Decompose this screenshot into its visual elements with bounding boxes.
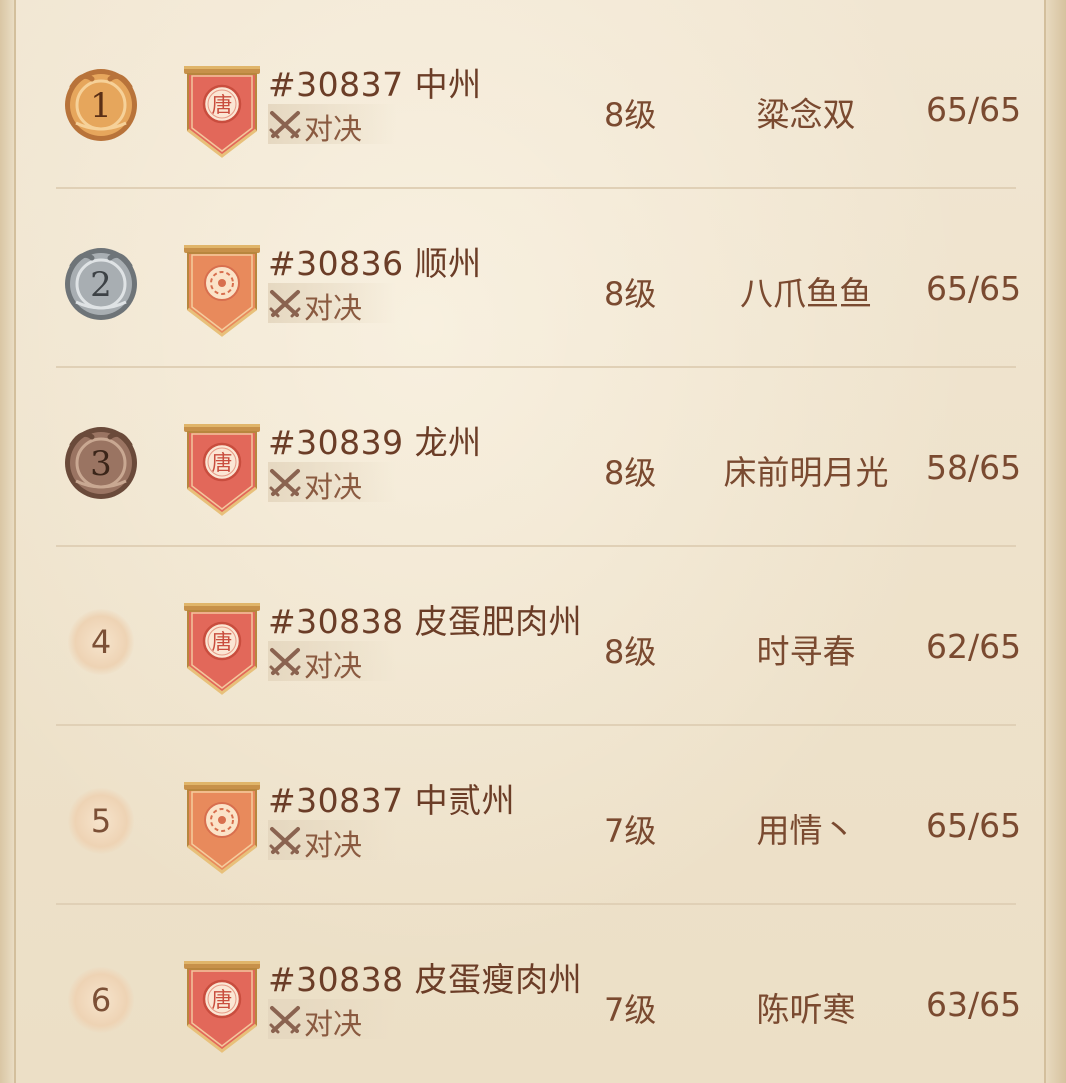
member-count: 65/65 (926, 806, 1022, 845)
ranking-row-5[interactable]: 5 #30837 中贰州 对决 7级 用情丶 65/65 (0, 724, 1066, 903)
leader-name: 陈听寒 (756, 990, 856, 1029)
tang-seal-banner-icon: 唐 (184, 66, 260, 158)
flower-emblem-banner-icon (184, 245, 260, 337)
server-name: #30836 顺州 (268, 244, 482, 283)
ranking-row-2[interactable]: 2 #30836 顺州 对决 8级 八爪鱼鱼 65/65 (0, 187, 1066, 366)
rank-number-label: 5 (90, 802, 112, 840)
server-name: #30839 龙州 (268, 423, 482, 462)
mode-tag: 对决 (268, 283, 396, 325)
server-name: #30838 皮蛋瘦肉州 (268, 960, 583, 999)
crossed-swords-icon (269, 1006, 301, 1034)
rank-number: 4 (68, 609, 134, 675)
rank-number: 2 (90, 265, 112, 305)
server-level: 7级 (604, 812, 657, 850)
tang-seal-banner-icon: 唐 (184, 961, 260, 1053)
flower-emblem-banner-icon (184, 782, 260, 874)
member-count: 62/65 (926, 627, 1022, 666)
server-level: 8级 (604, 454, 657, 492)
mode-tag: 对决 (268, 820, 396, 862)
member-count: 58/65 (926, 448, 1022, 487)
crossed-swords-icon (269, 648, 301, 676)
banner-seal-char: 唐 (212, 988, 233, 1012)
crossed-swords-icon (269, 469, 301, 497)
server-name: #30837 中贰州 (268, 781, 516, 820)
mode-label: 对决 (304, 828, 363, 862)
mode-label: 对决 (304, 1007, 363, 1041)
mode-label: 对决 (304, 649, 363, 683)
member-count: 63/65 (926, 985, 1022, 1024)
leader-name: 床前明月光 (723, 453, 889, 492)
tang-seal-banner-icon: 唐 (184, 424, 260, 516)
member-count: 65/65 (926, 269, 1022, 308)
rank-number-label: 6 (90, 981, 112, 1019)
server-name: #30838 皮蛋肥肉州 (268, 602, 583, 641)
mode-label: 对决 (304, 470, 363, 504)
member-count: 65/65 (926, 90, 1022, 129)
crossed-swords-icon (269, 290, 301, 318)
mode-label: 对决 (304, 291, 363, 325)
mode-tag: 对决 (268, 999, 396, 1041)
rank-medal-icon: 1 (65, 69, 137, 141)
server-name: #30837 中州 (268, 65, 482, 104)
rank-number: 6 (68, 967, 134, 1033)
leader-name: 八爪鱼鱼 (740, 274, 872, 313)
crossed-swords-icon (269, 111, 301, 139)
ranking-row-6[interactable]: 6 唐 #30838 皮蛋瘦肉州 对决 7级 陈听寒 63/65 (0, 903, 1066, 1082)
mode-tag: 对决 (268, 641, 396, 683)
rank-medal-icon: 3 (65, 427, 137, 499)
ranking-row-4[interactable]: 4 唐 #30838 皮蛋肥肉州 对决 8级 时寻春 62/65 (0, 545, 1066, 724)
server-level: 8级 (604, 633, 657, 671)
rank-medal-icon: 2 (65, 248, 137, 320)
banner-seal-char: 唐 (212, 93, 233, 117)
server-level: 8级 (604, 96, 657, 134)
ranking-row-1[interactable]: 1 唐 #30837 中州 对决 8级 粱念双 65/65 (0, 8, 1066, 187)
crossed-swords-icon (269, 827, 301, 855)
ranking-row-3[interactable]: 3 唐 #30839 龙州 对决 8级 床前明月光 58/65 (0, 366, 1066, 545)
leader-name: 时寻春 (756, 632, 856, 671)
leader-name: 粱念双 (756, 95, 856, 134)
rank-number: 3 (90, 444, 112, 484)
banner-seal-char: 唐 (212, 451, 233, 475)
rank-number: 5 (68, 788, 134, 854)
mode-tag: 对决 (268, 462, 396, 504)
mode-tag: 对决 (268, 104, 396, 146)
tang-seal-banner-icon: 唐 (184, 603, 260, 695)
server-level: 8级 (604, 275, 657, 313)
mode-label: 对决 (304, 112, 363, 146)
rank-number-label: 4 (90, 623, 112, 661)
ranking-panel: 1 唐 #30837 中州 对决 8级 粱念双 65/65 2 #30836 顺… (0, 0, 1066, 1083)
banner-seal-char: 唐 (212, 630, 233, 654)
leader-name: 用情丶 (756, 811, 856, 850)
rank-number: 1 (90, 86, 112, 126)
server-level: 7级 (604, 991, 657, 1029)
